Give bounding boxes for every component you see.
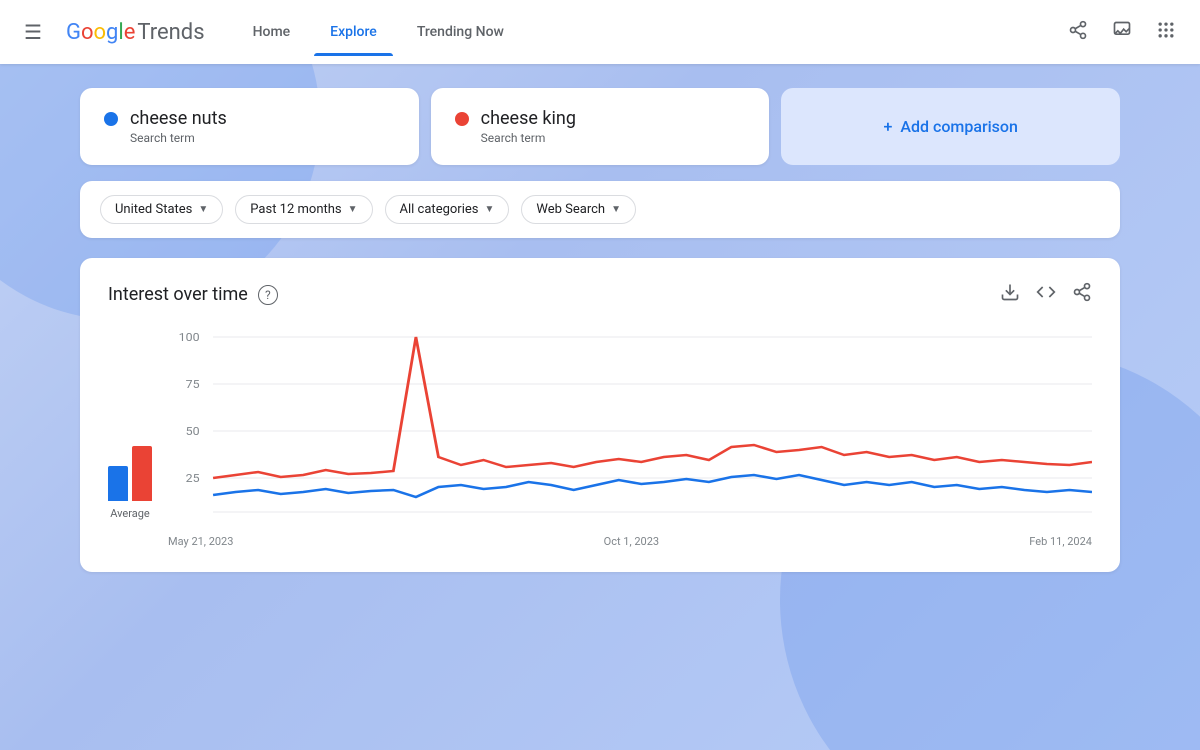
term2-dot — [455, 112, 469, 126]
filter-category[interactable]: All categories ▼ — [385, 195, 510, 224]
chevron-down-icon: ▼ — [484, 204, 494, 215]
chart-svg: 100 75 50 25 — [168, 327, 1092, 527]
add-comparison-label: Add comparison — [900, 117, 1018, 136]
filter-search-type[interactable]: Web Search ▼ — [521, 195, 636, 224]
term1-info: cheese nuts Search term — [130, 108, 227, 145]
add-comparison-card[interactable]: + Add comparison — [781, 88, 1120, 165]
header-actions — [1060, 12, 1184, 53]
google-wordmark: Google — [66, 20, 135, 45]
svg-text:50: 50 — [186, 425, 200, 438]
term1-name: cheese nuts — [130, 108, 227, 129]
term1-dot — [104, 112, 118, 126]
chart-svg-container: 100 75 50 25 May 21, 2023 Oct 1, 2023 — [168, 327, 1092, 548]
share-icon[interactable] — [1060, 12, 1096, 53]
chart-share-icon[interactable] — [1072, 282, 1092, 307]
chart-title-group: Interest over time ? — [108, 284, 278, 305]
term2-info: cheese king Search term — [481, 108, 576, 145]
chart-legend: Average — [108, 327, 152, 548]
x-label-2: Oct 1, 2023 — [604, 535, 659, 548]
term1-type: Search term — [130, 131, 227, 145]
chart-title: Interest over time — [108, 284, 248, 305]
svg-text:25: 25 — [186, 472, 200, 485]
header: ☰ Google Trends Home Explore Trending No… — [0, 0, 1200, 64]
search-term-card-2[interactable]: cheese king Search term — [431, 88, 770, 165]
nav-trending[interactable]: Trending Now — [401, 16, 520, 48]
search-term-card-1[interactable]: cheese nuts Search term — [80, 88, 419, 165]
chart-help-icon[interactable]: ? — [258, 285, 278, 305]
legend-bars — [108, 441, 152, 501]
x-label-1: May 21, 2023 — [168, 535, 233, 548]
feedback-icon[interactable] — [1104, 12, 1140, 53]
trends-wordmark: Trends — [137, 20, 204, 45]
filters-row: United States ▼ Past 12 months ▼ All cat… — [80, 181, 1120, 238]
filter-time[interactable]: Past 12 months ▼ — [235, 195, 372, 224]
x-label-3: Feb 11, 2024 — [1029, 535, 1092, 548]
svg-text:75: 75 — [186, 378, 200, 391]
filter-location[interactable]: United States ▼ — [100, 195, 223, 224]
nav-home[interactable]: Home — [237, 16, 307, 48]
download-icon[interactable] — [1000, 282, 1020, 307]
legend-label: Average — [110, 507, 150, 520]
legend-bar-blue — [108, 466, 128, 501]
menu-icon[interactable]: ☰ — [16, 12, 50, 52]
chevron-down-icon: ▼ — [611, 204, 621, 215]
chart-card: Interest over time ? — [80, 258, 1120, 572]
chart-actions — [1000, 282, 1092, 307]
apps-icon[interactable] — [1148, 12, 1184, 53]
chart-header: Interest over time ? — [108, 282, 1092, 307]
svg-text:100: 100 — [179, 331, 200, 344]
add-comparison-icon: + — [883, 117, 892, 136]
legend-bar-red — [132, 446, 152, 501]
x-axis-labels: May 21, 2023 Oct 1, 2023 Feb 11, 2024 — [168, 531, 1092, 548]
logo: Google Trends — [66, 20, 205, 45]
term2-type: Search term — [481, 131, 576, 145]
chevron-down-icon: ▼ — [348, 204, 358, 215]
term2-name: cheese king — [481, 108, 576, 129]
main-nav: Home Explore Trending Now — [237, 16, 1060, 48]
chart-area: Average 100 75 50 25 — [108, 327, 1092, 548]
nav-explore[interactable]: Explore — [314, 16, 393, 48]
chevron-down-icon: ▼ — [198, 204, 208, 215]
search-terms-row: cheese nuts Search term cheese king Sear… — [80, 88, 1120, 165]
embed-icon[interactable] — [1036, 282, 1056, 307]
main-content: cheese nuts Search term cheese king Sear… — [0, 64, 1200, 750]
